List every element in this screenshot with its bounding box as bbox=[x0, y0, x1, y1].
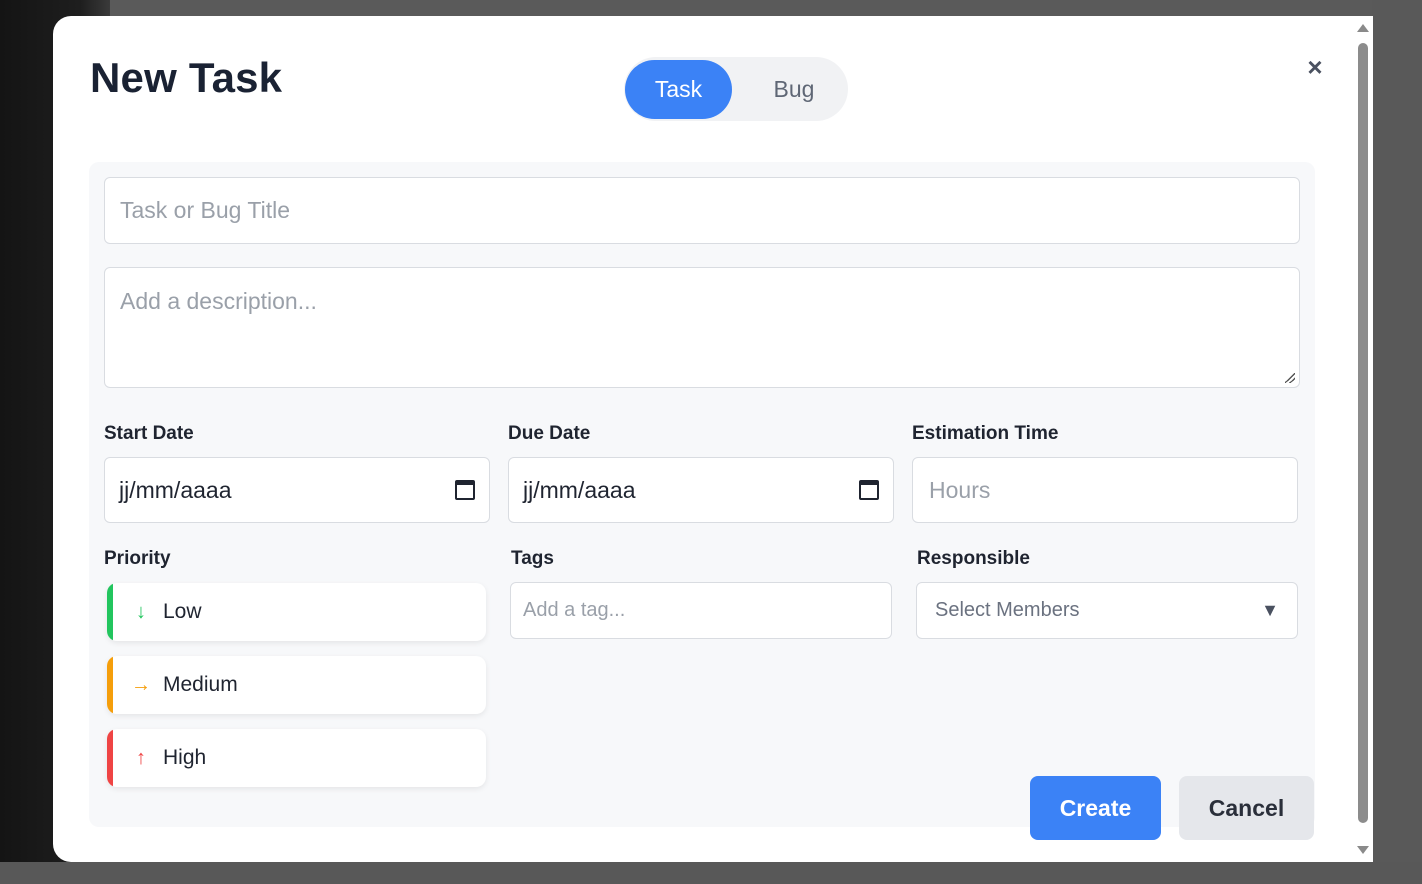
priority-low[interactable]: ↓ Low bbox=[107, 583, 486, 641]
responsible-select[interactable]: Select Members ▼ bbox=[916, 582, 1298, 639]
tags-label: Tags bbox=[511, 548, 554, 569]
resize-grip-icon[interactable] bbox=[1285, 373, 1295, 383]
form-panel: Task or Bug Title Add a description... S… bbox=[89, 162, 1315, 827]
start-date-value: jj/mm/aaaa bbox=[119, 476, 232, 503]
priority-medium-bar bbox=[107, 656, 113, 714]
arrow-up-icon: ↑ bbox=[136, 746, 146, 769]
responsible-placeholder: Select Members bbox=[935, 599, 1080, 621]
backdrop-bottom bbox=[0, 862, 1422, 884]
new-task-modal: New Task Task Bug × Task or Bug Title Ad… bbox=[53, 16, 1373, 862]
priority-low-bar bbox=[107, 583, 113, 641]
start-date-input[interactable]: jj/mm/aaaa bbox=[104, 457, 490, 523]
chevron-down-icon: ▼ bbox=[1261, 600, 1279, 620]
due-date-input[interactable]: jj/mm/aaaa bbox=[508, 457, 894, 523]
toggle-task[interactable]: Task bbox=[625, 60, 732, 119]
cancel-button[interactable]: Cancel bbox=[1179, 776, 1314, 840]
priority-high-bar bbox=[107, 729, 113, 787]
backdrop-right bbox=[1372, 0, 1422, 884]
estimation-label: Estimation Time bbox=[912, 423, 1059, 444]
modal-title: New Task bbox=[90, 54, 283, 101]
estimation-input[interactable]: Hours bbox=[912, 457, 1298, 523]
priority-low-label: Low bbox=[163, 600, 202, 623]
tag-input[interactable]: Add a tag... bbox=[510, 582, 892, 639]
responsible-label: Responsible bbox=[917, 548, 1030, 569]
priority-medium[interactable]: → Medium bbox=[107, 656, 486, 714]
calendar-icon[interactable] bbox=[859, 480, 879, 500]
description-placeholder: Add a description... bbox=[120, 288, 317, 314]
calendar-icon[interactable] bbox=[455, 480, 475, 500]
priority-high-label: High bbox=[163, 746, 207, 769]
type-toggle: Task Bug bbox=[624, 57, 848, 121]
close-icon[interactable]: × bbox=[1303, 54, 1327, 80]
start-date-label: Start Date bbox=[104, 423, 194, 444]
scroll-thumb[interactable] bbox=[1358, 43, 1368, 823]
toggle-bug[interactable]: Bug bbox=[741, 60, 847, 119]
description-textarea[interactable]: Add a description... bbox=[104, 267, 1300, 388]
due-date-value: jj/mm/aaaa bbox=[523, 476, 636, 503]
scrollbar[interactable] bbox=[1353, 16, 1373, 862]
title-input[interactable]: Task or Bug Title bbox=[104, 177, 1300, 244]
priority-high[interactable]: ↑ High bbox=[107, 729, 486, 787]
scroll-down-icon[interactable] bbox=[1357, 846, 1369, 854]
scroll-up-icon[interactable] bbox=[1357, 24, 1369, 32]
arrow-down-icon: ↓ bbox=[136, 600, 146, 623]
arrow-right-icon: → bbox=[131, 673, 151, 696]
due-date-label: Due Date bbox=[508, 423, 591, 444]
priority-label: Priority bbox=[104, 548, 171, 569]
create-button[interactable]: Create bbox=[1030, 776, 1161, 840]
priority-medium-label: Medium bbox=[163, 673, 238, 696]
